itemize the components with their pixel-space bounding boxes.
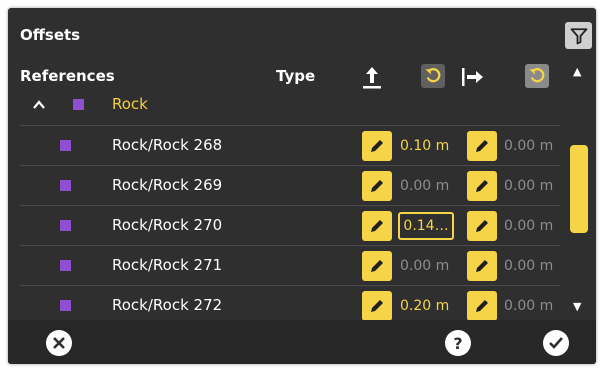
close-icon [53, 337, 65, 349]
edit-vertical-offset-button[interactable] [362, 251, 392, 281]
reset-horizontal-button[interactable] [525, 64, 549, 88]
reference-color-swatch [60, 220, 71, 231]
scroll-down-button[interactable]: ▼ [573, 300, 581, 313]
vertical-offset-header [361, 64, 383, 90]
reference-color-swatch [60, 180, 71, 191]
dialog-footer: ? [8, 320, 596, 364]
collapse-group-button[interactable] [32, 97, 46, 116]
offsets-dialog: Offsets References Type Rock Rock/Rock 2… [8, 8, 596, 364]
edit-horizontal-offset-button[interactable] [467, 211, 497, 241]
pencil-icon [476, 300, 488, 312]
group-name[interactable]: Rock [112, 95, 148, 113]
cancel-button[interactable] [46, 330, 72, 356]
filter-button[interactable] [565, 22, 592, 49]
vertical-offset-value[interactable]: 0.10 m [400, 138, 449, 154]
horizontal-offset-value[interactable]: 0.00 m [504, 138, 553, 154]
edit-vertical-offset-button[interactable] [362, 131, 392, 161]
pencil-icon [476, 180, 488, 192]
vertical-offset-value[interactable]: 0.00 m [400, 178, 449, 194]
reference-name: Rock/Rock 270 [112, 216, 223, 234]
reference-name: Rock/Rock 268 [112, 136, 223, 154]
horizontal-offset-value[interactable]: 0.00 m [504, 218, 553, 234]
filter-icon [570, 27, 587, 44]
checkmark-icon [549, 337, 563, 349]
reference-row[interactable]: Rock/Rock 271 0.00 m 0.00 m [20, 245, 560, 286]
vertical-offset-value[interactable]: 0.00 m [400, 258, 449, 274]
reference-color-swatch [60, 140, 71, 151]
reference-row[interactable]: Rock/Rock 269 0.00 m 0.00 m [20, 165, 560, 206]
references-header: References [20, 67, 115, 85]
pencil-icon [371, 260, 383, 272]
group-color-swatch [73, 99, 84, 110]
pencil-icon [371, 180, 383, 192]
horizontal-offset-value[interactable]: 0.00 m [504, 258, 553, 274]
edit-horizontal-offset-button[interactable] [467, 131, 497, 161]
pencil-icon [371, 220, 383, 232]
horizontal-offset-value[interactable]: 0.00 m [504, 178, 553, 194]
pencil-icon [476, 140, 488, 152]
vertical-offset-value[interactable]: 0.14… [398, 212, 454, 240]
reference-name: Rock/Rock 272 [112, 296, 223, 314]
edit-horizontal-offset-button[interactable] [467, 251, 497, 281]
up-arrow-icon [363, 67, 381, 89]
scrollbar-thumb[interactable] [570, 145, 588, 233]
right-arrow-icon [462, 68, 483, 86]
pencil-icon [476, 220, 488, 232]
edit-horizontal-offset-button[interactable] [467, 171, 497, 201]
reference-name: Rock/Rock 269 [112, 176, 223, 194]
pencil-icon [371, 300, 383, 312]
chevron-up-icon [33, 100, 45, 109]
scroll-up-button[interactable]: ▲ [573, 65, 581, 78]
vertical-offset-value[interactable]: 0.20 m [400, 298, 449, 314]
edit-vertical-offset-button[interactable] [362, 171, 392, 201]
edit-vertical-offset-button[interactable] [362, 211, 392, 241]
horizontal-offset-header [460, 64, 486, 90]
reference-color-swatch [60, 300, 71, 311]
reference-color-swatch [60, 260, 71, 271]
edit-vertical-offset-button[interactable] [362, 291, 392, 321]
edit-horizontal-offset-button[interactable] [467, 291, 497, 321]
undo-icon [529, 68, 545, 83]
undo-icon [425, 68, 441, 83]
dialog-title: Offsets [20, 26, 81, 44]
help-button[interactable]: ? [445, 330, 471, 356]
reference-row[interactable]: Rock/Rock 268 0.10 m 0.00 m [20, 125, 560, 166]
pencil-icon [371, 140, 383, 152]
horizontal-offset-value[interactable]: 0.00 m [504, 298, 553, 314]
reference-name: Rock/Rock 271 [112, 256, 223, 274]
type-header: Type [276, 67, 316, 85]
pencil-icon [476, 260, 488, 272]
reset-vertical-button[interactable] [421, 64, 445, 88]
confirm-button[interactable] [543, 330, 569, 356]
reference-row[interactable]: Rock/Rock 270 0.14… 0.00 m [20, 205, 560, 246]
